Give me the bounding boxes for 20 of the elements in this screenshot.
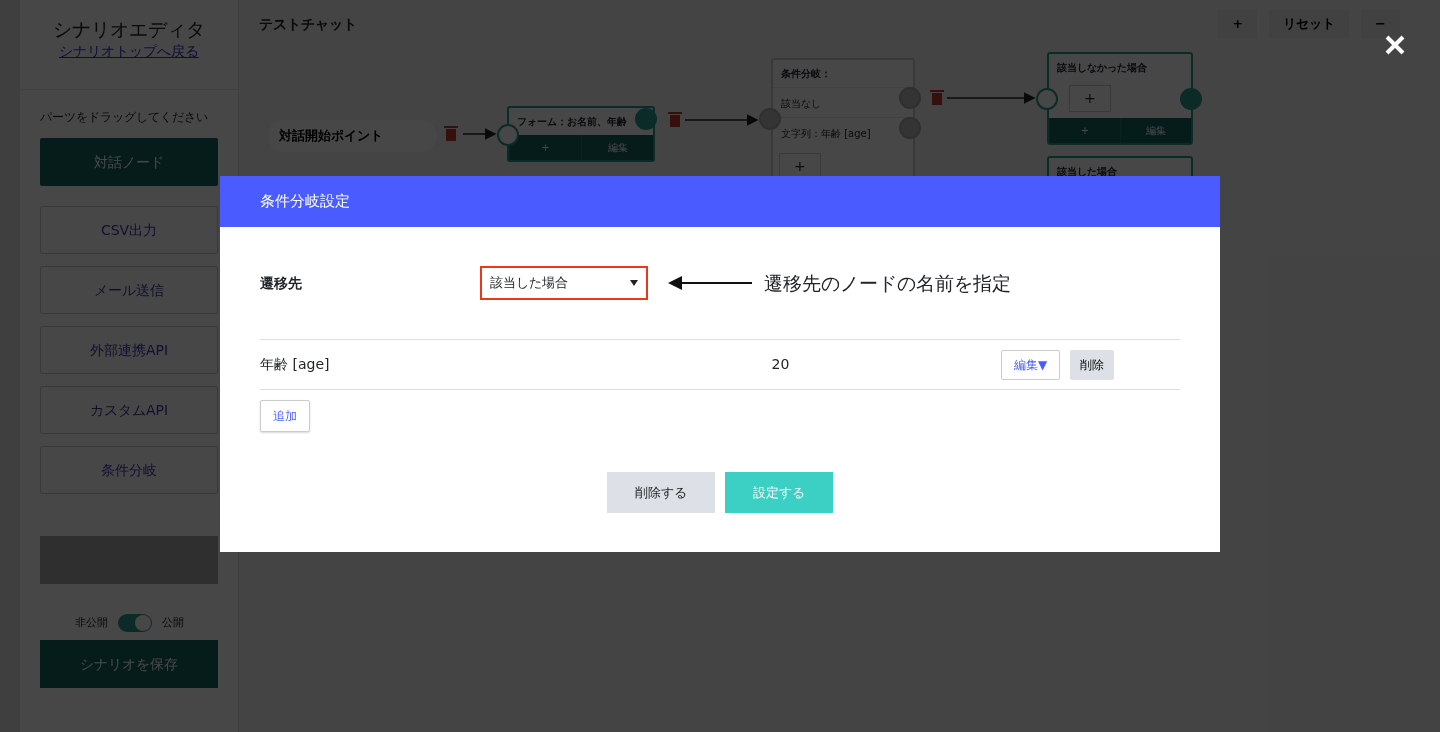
canvas-title: テストチャット xyxy=(259,15,357,34)
modal-title: 条件分岐設定 xyxy=(220,176,1220,227)
annotation-text: 遷移先のノードの名前を指定 xyxy=(764,270,1011,296)
condition-name: 年齢 [age] xyxy=(260,355,331,374)
node-title: 該当しなかった場合 xyxy=(1056,61,1148,75)
add-button[interactable]: 追加 xyxy=(260,400,310,432)
sidebar-title: シナリオエディタ xyxy=(53,18,205,41)
arrow-icon xyxy=(668,276,752,290)
condition-value: 20 xyxy=(770,355,791,374)
destination-select[interactable]: 該当した場合 xyxy=(480,266,648,300)
delete-button[interactable]: 削除 xyxy=(1070,349,1115,380)
node-title: フォーム：お名前、年齢 xyxy=(516,115,628,129)
footer-button[interactable]: 削除する xyxy=(607,472,715,513)
close-icon[interactable] xyxy=(1383,33,1407,57)
footer-button[interactable]: 設定する xyxy=(725,472,833,513)
edit-button[interactable]: 編集▼ xyxy=(1001,349,1061,380)
field-label: 遷移先 xyxy=(260,273,303,293)
caret-icon xyxy=(630,280,638,286)
node-title: 条件分岐： xyxy=(780,67,832,81)
back-link[interactable]: シナリオトップへ戻る xyxy=(59,40,199,62)
